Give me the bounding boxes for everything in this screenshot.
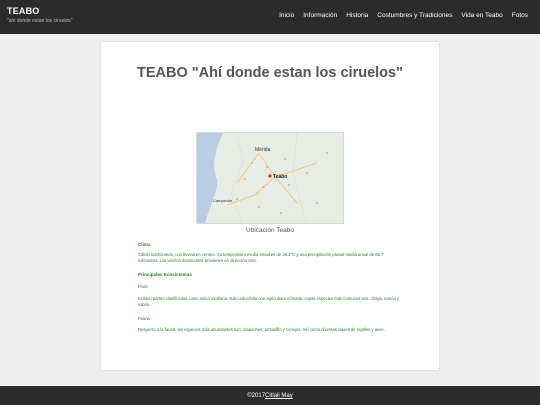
main-nav: Inicio Información Historia Costumbres y… xyxy=(279,12,528,19)
flora-heading: Flora xyxy=(138,284,148,289)
nav-link-vida[interactable]: Vida en Teabo xyxy=(461,12,502,19)
map-label-campeche: Campeche xyxy=(213,198,233,203)
flora-text: Existen partes clasificadas como selva m… xyxy=(138,296,400,308)
map-graphic: Mérida Teabo Campeche xyxy=(197,133,328,223)
map-roads xyxy=(226,152,318,206)
location-map: Mérida Teabo Campeche xyxy=(196,132,344,224)
site-brand[interactable]: TEABO xyxy=(7,6,40,16)
nav-link-fotos[interactable]: Fotos xyxy=(512,12,528,19)
top-navbar: TEABO "ahi donde estan los ciruelos" Ini… xyxy=(0,0,540,34)
page-title: TEABO "Ahí donde estan los ciruelos" xyxy=(137,65,403,81)
fauna-text: Respecto a la fauna, las especies más ab… xyxy=(138,327,385,332)
footer-copyright: ©2017 xyxy=(247,393,266,399)
fauna-heading: Fauna xyxy=(138,316,150,321)
map-label-merida: Mérida xyxy=(255,147,271,153)
nav-link-historia[interactable]: Historia xyxy=(346,12,368,19)
clima-text: Cálido subhúmedo, con lluvias en verano.… xyxy=(138,252,384,264)
map-caption: Ubicación Teabo xyxy=(246,227,294,234)
nav-link-informacion[interactable]: Información xyxy=(303,12,337,19)
teabo-marker-icon xyxy=(268,174,272,178)
map-label-teabo: Teabo xyxy=(273,174,287,180)
clima-heading: Clima xyxy=(138,242,151,247)
nav-link-costumbres[interactable]: Costumbres y Tradiciones xyxy=(377,12,452,19)
ecosistemas-heading: Principales Ecosistemas xyxy=(138,272,192,277)
gulf-water xyxy=(197,133,223,223)
footer-author-link[interactable]: Citlali May xyxy=(265,393,293,399)
site-tagline: "ahi donde estan los ciruelos" xyxy=(7,18,73,24)
site-footer: ©2017Citlali May xyxy=(0,386,540,405)
nav-link-inicio[interactable]: Inicio xyxy=(279,12,294,19)
map-towns xyxy=(236,152,328,214)
